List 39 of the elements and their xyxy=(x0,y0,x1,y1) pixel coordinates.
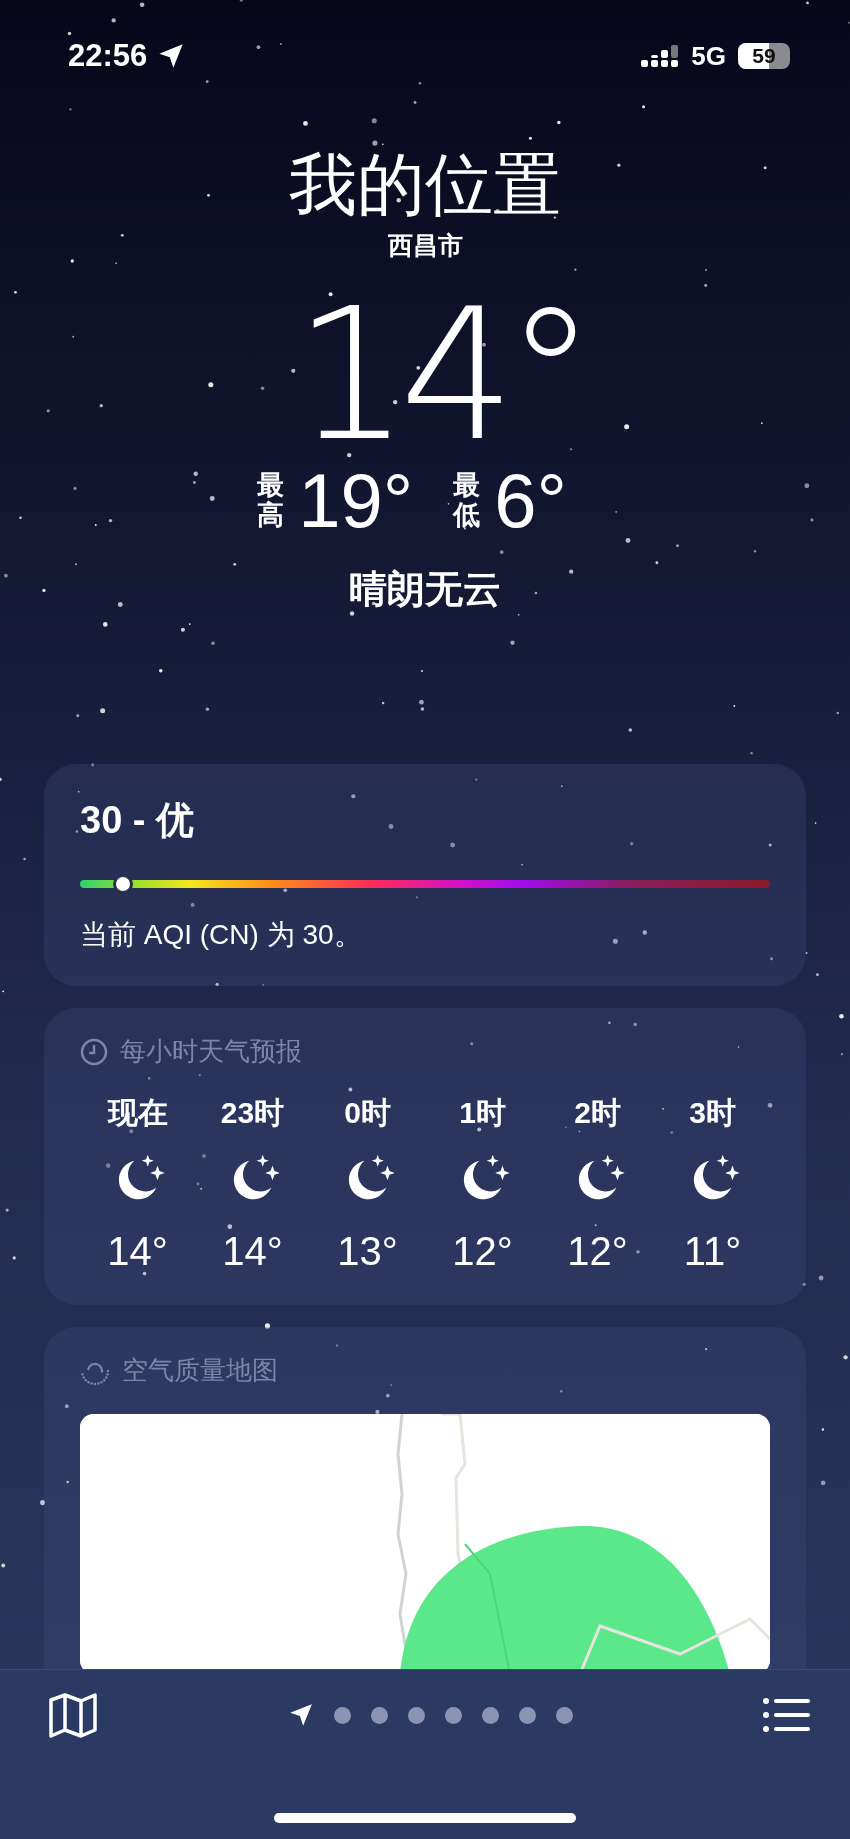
air-map-title: 空气质量地图 xyxy=(122,1354,278,1387)
weather-condition: 晴朗无云 xyxy=(349,567,501,612)
aqi-description: 当前 AQI (CN) 为 30。 xyxy=(80,918,363,952)
signal-icon xyxy=(641,43,680,69)
hour-temperature: 11° xyxy=(683,1228,742,1275)
page-dot[interactable] xyxy=(518,1706,536,1724)
high-label: 最高 xyxy=(257,471,285,531)
page-dot[interactable] xyxy=(555,1706,573,1724)
clock-time: 22:56 xyxy=(68,38,148,74)
hour-label: 1时 xyxy=(459,1095,506,1131)
page-dot[interactable] xyxy=(481,1706,499,1724)
clock-icon xyxy=(80,1037,108,1066)
hour-temperature: 14° xyxy=(222,1228,283,1275)
hour-label: 现在 xyxy=(107,1095,168,1131)
location-title: 我的位置 xyxy=(289,145,561,224)
hour-label: 2时 xyxy=(574,1095,621,1131)
location-arrow-icon xyxy=(157,42,186,70)
hour-label: 0时 xyxy=(344,1095,391,1131)
hour-temperature: 12° xyxy=(567,1228,628,1275)
city-name: 西昌市 xyxy=(387,230,463,260)
page-dot[interactable] xyxy=(407,1706,425,1724)
aqi-title: 30 - 优 xyxy=(80,798,196,842)
map-button[interactable] xyxy=(48,1692,98,1738)
hour-temperature: 14° xyxy=(107,1228,168,1275)
hourly-title: 每小时天气预报 xyxy=(120,1035,302,1068)
high-temperature: 19° xyxy=(298,457,414,545)
hour-temperature: 13° xyxy=(337,1228,398,1275)
low-temperature: 6° xyxy=(494,457,567,545)
current-temperature: 14° xyxy=(293,290,587,460)
network-label: 5G xyxy=(691,40,726,72)
hour-label: 23时 xyxy=(220,1095,285,1131)
battery-percent: 59 xyxy=(752,44,776,68)
hour-label: 3时 xyxy=(689,1095,736,1131)
hour-temperature: 12° xyxy=(452,1228,513,1275)
low-label: 最低 xyxy=(453,471,481,531)
menu-button[interactable] xyxy=(762,1697,810,1733)
page-dot[interactable] xyxy=(370,1706,388,1724)
page-dot[interactable] xyxy=(444,1706,462,1724)
page-dot[interactable] xyxy=(333,1706,351,1724)
